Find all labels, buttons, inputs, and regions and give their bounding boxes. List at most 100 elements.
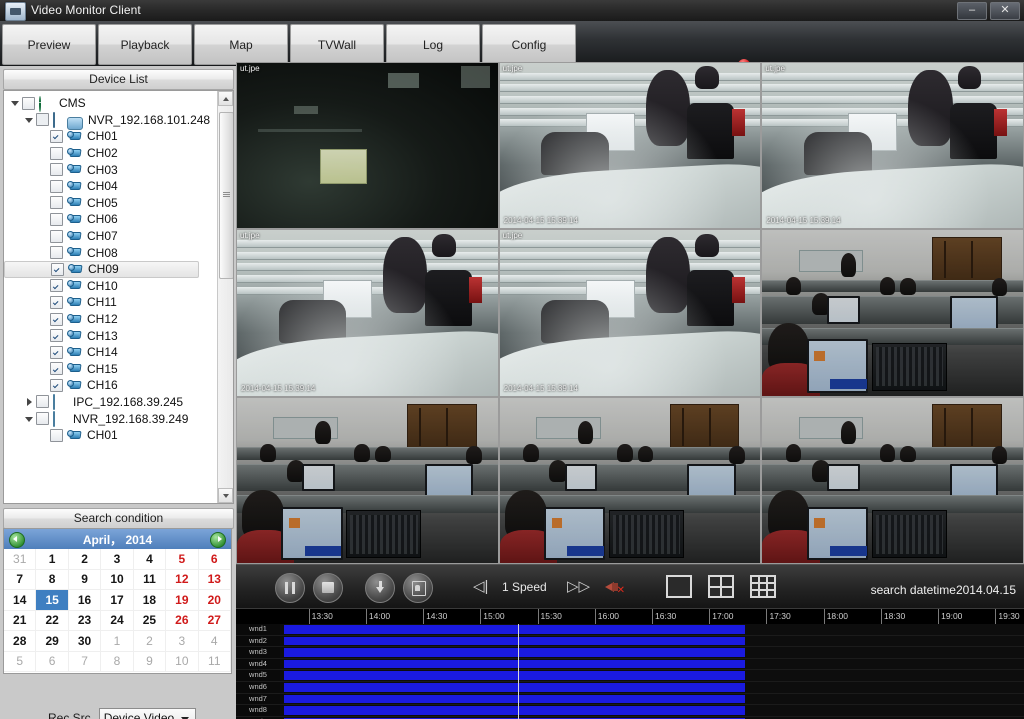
stop-button[interactable]	[313, 573, 343, 603]
checkbox-ch14[interactable]	[50, 345, 63, 359]
tree-node-ch12[interactable]: CH12	[4, 311, 216, 328]
timeline-recording-bar[interactable]	[283, 636, 745, 646]
device-tree-scrollbar[interactable]	[217, 91, 233, 503]
calendar-day-7[interactable]: 7	[4, 569, 37, 590]
tree-node-ch03[interactable]: CH03	[4, 161, 216, 178]
prev-month-icon[interactable]	[9, 532, 25, 548]
checkbox-nvr-192-168-101-248[interactable]	[36, 113, 49, 127]
tree-node-ch01[interactable]: CH01	[4, 427, 216, 444]
tree-node-ch14[interactable]: CH14	[4, 344, 216, 361]
calendar-day-29[interactable]: 29	[36, 631, 69, 652]
timeline-recording-bar[interactable]	[283, 706, 745, 715]
calendar-day-10[interactable]: 10	[101, 569, 134, 590]
calendar-day-2[interactable]: 2	[133, 631, 167, 652]
timeline-row[interactable]: wnd2	[236, 635, 1024, 648]
scroll-down-icon[interactable]	[218, 488, 233, 503]
timeline-recording-bar[interactable]	[283, 659, 745, 669]
calendar-day-25[interactable]: 25	[133, 610, 167, 631]
timeline-recording-bar[interactable]	[283, 682, 745, 692]
tree-node-ch10[interactable]: CH10	[4, 278, 216, 295]
tree-node-cms[interactable]: CMS	[4, 95, 216, 112]
tree-node-nvr-192-168-101-248[interactable]: NVR_192.168.101.248	[4, 112, 216, 131]
video-cell-3[interactable]: ut.jpe 2014-04-15 15:39:14	[762, 63, 1023, 229]
checkbox-ch09[interactable]	[51, 262, 64, 276]
tree-node-ch02[interactable]: CH02	[4, 145, 216, 162]
timeline-panel[interactable]: 19:54:00 13:3014:0014:3015:0015:3016:001…	[236, 608, 1024, 719]
tree-node-ch08[interactable]: CH08	[4, 244, 216, 261]
calendar-day-26[interactable]: 26	[166, 610, 199, 631]
tree-node-ch01[interactable]: CH01	[4, 128, 216, 145]
calendar-day-3[interactable]: 3	[101, 549, 134, 570]
calendar-day-12[interactable]: 12	[166, 569, 199, 590]
calendar-day-17[interactable]: 17	[101, 590, 134, 611]
video-cell-2[interactable]: ut.jpe 2014-04-15 15:39:14	[499, 63, 761, 229]
checkbox-ch12[interactable]	[50, 312, 63, 326]
tree-node-nvr-192-168-39-249[interactable]: NVR_192.168.39.249	[4, 410, 216, 428]
tree-node-ch07[interactable]: CH07	[4, 228, 216, 245]
checkbox-ch16[interactable]	[50, 378, 63, 392]
expander-closed-icon[interactable]	[24, 396, 36, 408]
calendar-day-6[interactable]: 6	[36, 651, 69, 672]
tree-node-ch05[interactable]: CH05	[4, 195, 216, 212]
calendar-day-28[interactable]: 28	[4, 631, 37, 652]
expander-open-icon[interactable]	[10, 97, 22, 109]
calendar-day-2[interactable]: 2	[68, 549, 102, 570]
timeline-row[interactable]: wnd1	[236, 624, 1024, 636]
layout-9-button[interactable]	[750, 575, 776, 598]
checkbox-nvr-192-168-39-249[interactable]	[36, 412, 49, 426]
timeline-row[interactable]: wnd4	[236, 658, 1024, 671]
checkbox-ch02[interactable]	[50, 146, 63, 160]
timeline-recording-bar[interactable]	[283, 671, 745, 680]
tree-node-ch06[interactable]: CH06	[4, 211, 216, 228]
layout-1-button[interactable]	[666, 575, 692, 598]
timeline-track[interactable]	[280, 693, 1024, 705]
calendar-day-31[interactable]: 31	[4, 549, 37, 570]
video-cell-9[interactable]	[762, 397, 1023, 563]
calendar[interactable]: April， 2014 31 1 2 3 4 5 6 7 8 9 10 11 12 13 14 15 16 17 1…	[3, 528, 232, 674]
step-back-button[interactable]: ◁|	[473, 579, 488, 594]
checkbox-ch04[interactable]	[50, 179, 63, 193]
timeline-recording-bar[interactable]	[283, 694, 745, 704]
calendar-day-6[interactable]: 6	[198, 549, 231, 570]
tree-node-ch09[interactable]: CH09	[4, 260, 199, 278]
video-cell-1[interactable]: ut.jpe	[237, 63, 498, 229]
timeline-track[interactable]	[280, 647, 1024, 658]
timeline-track[interactable]	[280, 658, 1024, 670]
calendar-day-4[interactable]: 4	[198, 631, 231, 652]
calendar-day-19[interactable]: 19	[166, 590, 199, 611]
capture-button[interactable]	[403, 573, 433, 603]
calendar-day-1[interactable]: 1	[36, 549, 69, 570]
video-cell-4[interactable]: ut.jpe 2014-04-15 15:39:14	[237, 230, 498, 396]
timeline-cursor[interactable]	[518, 624, 520, 719]
calendar-day-7[interactable]: 7	[68, 651, 102, 672]
tab-tvwall[interactable]: TVWall	[290, 24, 384, 65]
calendar-day-14[interactable]: 14	[4, 590, 37, 611]
step-forward-button[interactable]: ▷▷	[567, 579, 590, 594]
calendar-day-10[interactable]: 10	[166, 651, 199, 672]
calendar-day-13[interactable]: 13	[198, 569, 231, 590]
video-cell-5[interactable]: ut.jpe 2014-04-15 15:39:14	[499, 230, 761, 396]
tab-map[interactable]: Map	[194, 24, 288, 65]
calendar-day-1[interactable]: 1	[101, 631, 134, 652]
timeline-recording-bar[interactable]	[283, 648, 745, 657]
expander-open-icon[interactable]	[24, 114, 36, 126]
checkbox-cms[interactable]	[22, 96, 35, 110]
pause-button[interactable]	[275, 573, 305, 603]
timeline-row[interactable]: wnd7	[236, 693, 1024, 706]
checkbox-ch10[interactable]	[50, 279, 63, 293]
checkbox-ch05[interactable]	[50, 196, 63, 210]
checkbox-ch11[interactable]	[50, 295, 63, 309]
rec-src-select[interactable]: Device Video	[98, 708, 196, 719]
close-button[interactable]: ✕	[990, 2, 1020, 20]
calendar-day-5[interactable]: 5	[166, 549, 199, 570]
calendar-day-24[interactable]: 24	[101, 610, 134, 631]
video-cell-6[interactable]	[762, 230, 1023, 396]
calendar-day-15[interactable]: 15	[36, 590, 69, 611]
video-cell-7[interactable]	[237, 397, 498, 563]
scrollbar-thumb[interactable]	[219, 112, 233, 279]
calendar-day-9[interactable]: 9	[68, 569, 102, 590]
minimize-button[interactable]: –	[957, 2, 987, 20]
next-month-icon[interactable]	[210, 532, 226, 548]
calendar-day-4[interactable]: 4	[133, 549, 167, 570]
timeline-row[interactable]: wnd3	[236, 647, 1024, 659]
